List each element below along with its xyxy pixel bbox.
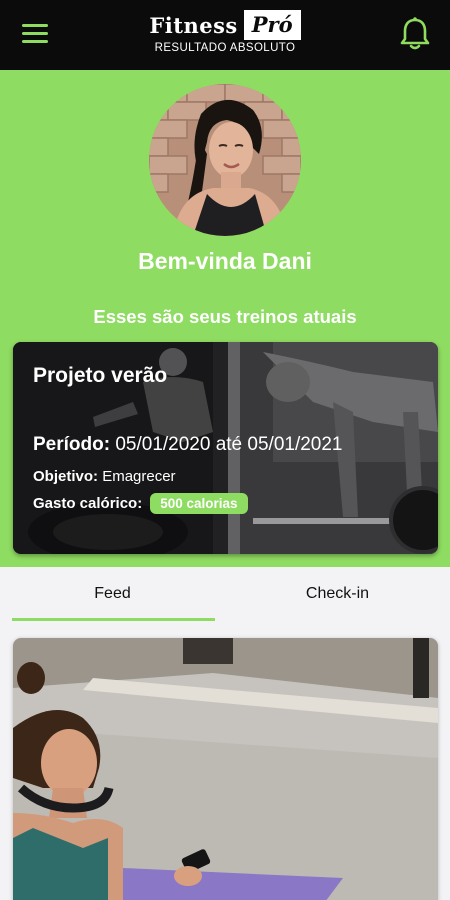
plan-goal: Objetivo: Emagrecer xyxy=(33,468,176,485)
workout-plan-card[interactable]: Projeto verão Período: 05/01/2020 até 05… xyxy=(13,342,438,554)
feed-post-image[interactable] xyxy=(13,638,438,900)
plan-period-label: Período: xyxy=(33,434,111,455)
plan-title: Projeto verão xyxy=(33,364,168,387)
profile-hero: Bem-vinda Dani Esses são seus treinos at… xyxy=(0,70,450,567)
brand-logo: Fitness Pró RESULTADO ABSOLUTO xyxy=(140,10,310,54)
brand-badge: Pró xyxy=(243,10,301,40)
plan-goal-value: Emagrecer xyxy=(102,468,176,485)
current-workouts-subtitle: Esses são seus treinos atuais xyxy=(93,306,357,327)
top-app-bar: Fitness Pró RESULTADO ABSOLUTO xyxy=(0,0,450,70)
plan-goal-label: Objetivo: xyxy=(33,468,99,485)
avatar[interactable] xyxy=(149,84,301,236)
plan-calories-label: Gasto calórico: xyxy=(33,495,143,512)
tab-feed[interactable]: Feed xyxy=(0,567,225,621)
calories-badge: 500 calorias xyxy=(150,493,248,514)
brand-tagline: RESULTADO ABSOLUTO xyxy=(154,42,296,54)
greeting-title: Bem-vinda Dani xyxy=(138,248,312,274)
plan-period: Período: 05/01/2020 até 05/01/2021 xyxy=(33,434,343,456)
active-tab-indicator xyxy=(12,618,215,621)
bell-icon[interactable] xyxy=(398,16,432,52)
tab-bar: Feed Check-in xyxy=(0,567,450,625)
plan-period-value: 05/01/2020 até 05/01/2021 xyxy=(115,434,343,455)
hamburger-menu-icon[interactable] xyxy=(22,24,48,44)
plan-calories: Gasto calórico: 500 calorias xyxy=(33,493,248,514)
app-screen: Fitness Pró RESULTADO ABSOLUTO Bem-vinda… xyxy=(0,0,450,900)
brand-word: Fitness xyxy=(149,12,238,38)
tab-checkin[interactable]: Check-in xyxy=(225,567,450,621)
